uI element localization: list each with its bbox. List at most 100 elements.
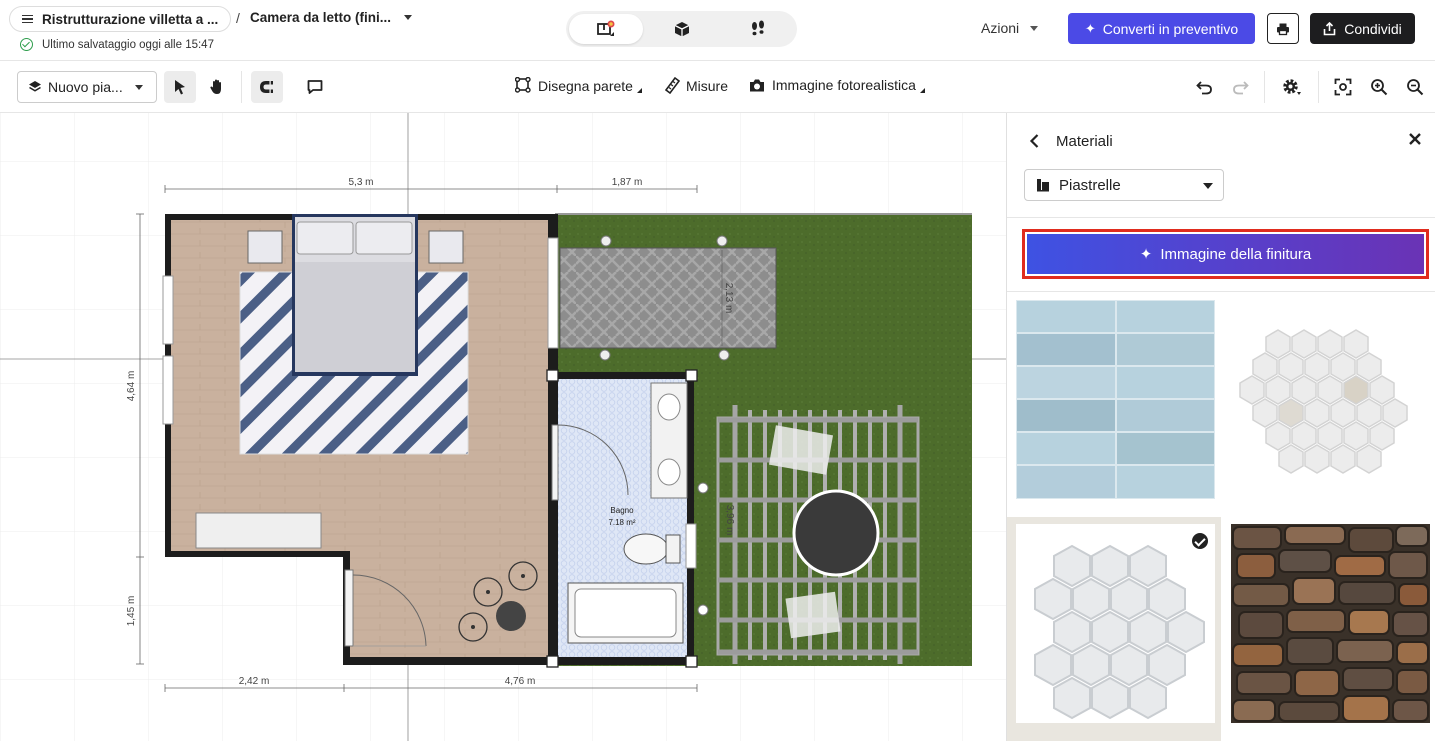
room-name-label: Bagno [610, 506, 634, 515]
wall[interactable] [343, 657, 697, 665]
undo-button[interactable] [1190, 73, 1218, 101]
large-hexagon-marble-tile-icon [1016, 524, 1215, 723]
draw-wall-button[interactable]: Disegna parete [515, 77, 642, 94]
window[interactable] [547, 237, 559, 349]
view-2d-button[interactable] [569, 14, 643, 44]
actions-menu[interactable]: Azioni [981, 20, 1039, 36]
submenu-corner-icon [636, 88, 642, 93]
undo-icon [1195, 80, 1212, 94]
stone-wall-texture-icon [1231, 524, 1430, 723]
wall-handle[interactable] [697, 482, 709, 494]
chevron-down-icon[interactable] [404, 15, 412, 20]
save-status-text: Ultimo salvataggio oggi alle 15:47 [42, 38, 214, 51]
fit-view-button[interactable] [1329, 73, 1357, 101]
floor-plan-canvas[interactable]: 2,13 m 3,96 m Bagno 7.18 m² 5,3 m 1,87 m… [0, 113, 1006, 741]
photo-image-button[interactable]: Immagine fotorealistica [748, 77, 925, 93]
patio-post [716, 235, 728, 247]
toolbar-divider [241, 71, 242, 103]
comment-icon [307, 80, 323, 94]
dimension-label: 3,96 m [724, 505, 735, 536]
floorplan-2d-icon [597, 20, 615, 36]
draw-wall-label: Disegna parete [538, 77, 633, 94]
zoom-in-icon [1371, 79, 1388, 96]
chevron-left-icon [1029, 134, 1039, 148]
dimension-label: 5,3 m [348, 177, 373, 188]
finish-image-label: Immagine della finitura [1160, 245, 1312, 263]
comment-button[interactable] [299, 71, 331, 103]
dimension-label: 1,45 m [126, 596, 137, 627]
actions-label: Azioni [981, 20, 1020, 36]
photo-image-label: Immagine fotorealistica [772, 77, 916, 93]
redo-icon [1232, 80, 1249, 94]
materials-panel: Materiali Piastrelle ✦ Immagine della fi… [1006, 113, 1435, 741]
patio-post [599, 349, 611, 361]
quote-button-label: Converti in preventivo [1102, 20, 1239, 37]
dimension-label: 4,76 m [505, 676, 536, 687]
bed[interactable] [292, 214, 418, 376]
view-walk-button[interactable] [721, 14, 795, 44]
gear-icon [1283, 79, 1301, 95]
cursor-arrow-icon [175, 80, 185, 95]
measures-button[interactable]: Misure [665, 77, 728, 94]
finish-image-button[interactable]: ✦ Immagine della finitura [1027, 234, 1424, 274]
material-swatch[interactable] [1222, 293, 1435, 517]
nightstand[interactable] [247, 230, 283, 264]
close-button[interactable] [1405, 129, 1425, 149]
snap-magnet-button[interactable] [251, 71, 283, 103]
layers-icon [29, 81, 41, 92]
sink[interactable] [657, 458, 681, 486]
window[interactable] [162, 355, 174, 425]
project-name: Ristrutturazione villetta a ... [42, 11, 219, 27]
dimension-label: 1,87 m [612, 177, 643, 188]
back-button[interactable] [1025, 131, 1045, 151]
select-tool-button[interactable] [164, 71, 196, 103]
material-swatch-selected[interactable] [1007, 517, 1221, 741]
zoom-in-button[interactable] [1365, 73, 1393, 101]
breadcrumb-separator: / [236, 10, 240, 26]
window[interactable] [685, 523, 697, 569]
room-selector[interactable]: Camera da letto (fini... [250, 10, 391, 25]
patio[interactable] [559, 247, 777, 349]
panel-header: Materiali Piastrelle [1007, 113, 1435, 218]
toolbar-divider [1318, 71, 1319, 103]
zoom-out-button[interactable] [1401, 73, 1429, 101]
sparkle-icon: ✦ [1139, 246, 1153, 263]
light-blue-subway-tile-icon [1016, 300, 1215, 499]
share-button[interactable]: Condividi [1310, 13, 1415, 44]
floor-selector[interactable]: Nuovo pia... [17, 71, 157, 103]
dimension-label: 4,64 m [126, 371, 137, 402]
camera-icon [750, 79, 764, 91]
finish-image-highlight: ✦ Immagine della finitura [1022, 229, 1429, 279]
bathtub[interactable] [567, 582, 684, 644]
view-mode-switch [566, 11, 797, 47]
room-area-label: 7.18 m² [608, 518, 635, 527]
toilet[interactable] [623, 533, 681, 565]
wall[interactable] [687, 372, 694, 664]
zoom-out-icon [1407, 79, 1424, 96]
sink[interactable] [657, 393, 681, 421]
project-menu-button[interactable]: Ristrutturazione villetta a ... [9, 6, 231, 32]
divider [1007, 291, 1435, 292]
draw-wall-icon [515, 77, 531, 93]
wall-handle[interactable] [697, 604, 709, 616]
chevron-down-icon [135, 85, 143, 90]
print-button[interactable] [1267, 13, 1299, 44]
window[interactable] [162, 275, 174, 345]
nightstand[interactable] [428, 230, 464, 264]
floor-plan[interactable]: 2,13 m 3,96 m Bagno 7.18 m² 5,3 m 1,87 m… [0, 113, 1006, 741]
pan-tool-button[interactable] [201, 71, 233, 103]
submenu-corner-icon [919, 87, 925, 93]
tile-category-icon [1037, 179, 1049, 192]
material-swatch[interactable] [1222, 517, 1435, 741]
patio-post [600, 235, 612, 247]
convert-to-quote-button[interactable]: ✦ Converti in preventivo [1068, 13, 1255, 44]
printer-icon [1277, 23, 1289, 35]
material-swatch[interactable] [1007, 293, 1221, 517]
redo-button[interactable] [1226, 73, 1254, 101]
share-button-label: Condividi [1344, 20, 1402, 37]
material-category-select[interactable]: Piastrelle [1024, 169, 1224, 201]
wall[interactable] [553, 372, 693, 379]
settings-button[interactable] [1278, 73, 1306, 101]
dresser[interactable] [195, 512, 322, 549]
view-3d-button[interactable] [645, 14, 719, 44]
